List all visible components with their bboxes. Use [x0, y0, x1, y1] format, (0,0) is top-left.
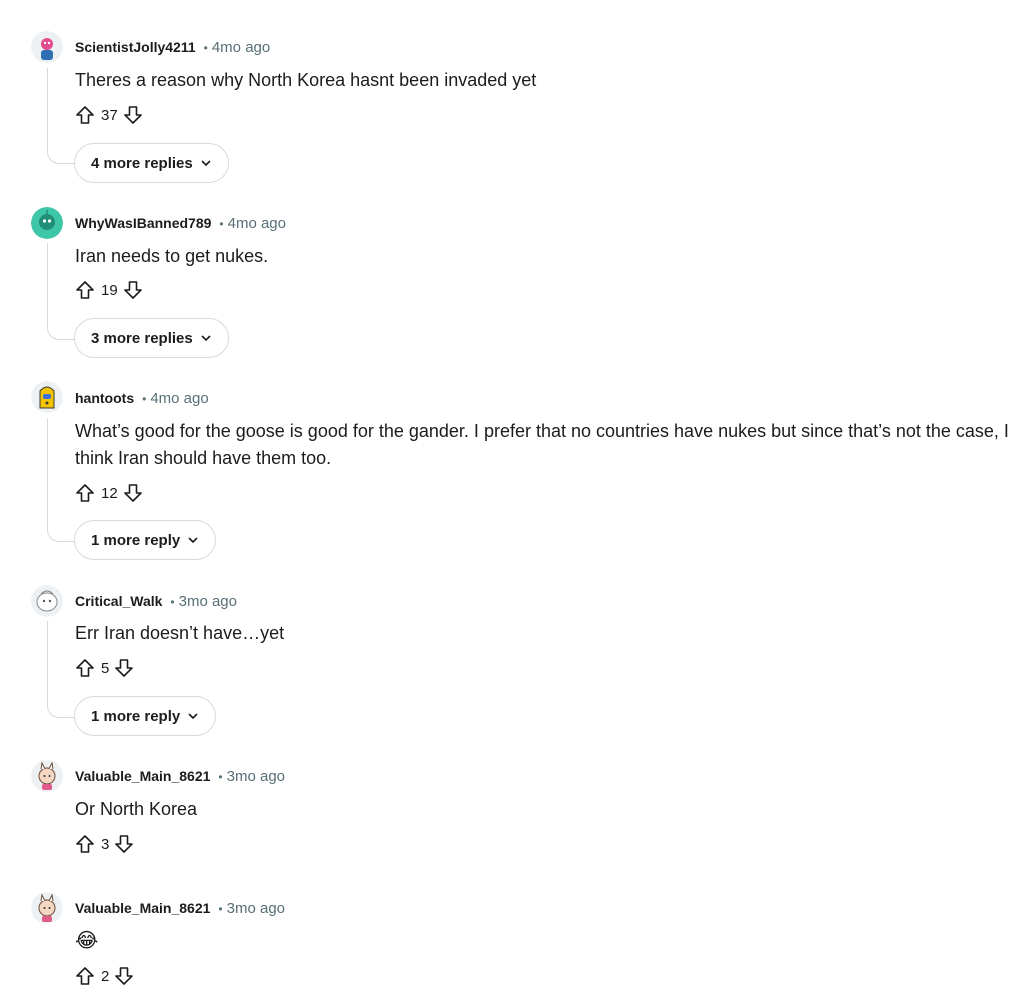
vote-score: 3 — [101, 835, 110, 853]
downvote-arrow-icon — [123, 484, 142, 502]
timestamp[interactable]: 3mo ago — [179, 593, 237, 610]
vote-score: 5 — [101, 659, 110, 677]
avatar[interactable] — [31, 892, 63, 924]
downvote-button[interactable] — [122, 104, 144, 126]
username-link[interactable]: ScientistJolly4211 — [75, 39, 196, 55]
vote-bar: 2 — [74, 964, 135, 988]
comment-meta: ScientistJolly4211 • 4mo ago — [75, 38, 270, 57]
timestamp[interactable]: 4mo ago — [150, 390, 208, 407]
comment-meta: WhyWasIBanned789 • 4mo ago — [75, 214, 286, 233]
upvote-arrow-icon — [76, 967, 94, 985]
downvote-button[interactable] — [113, 965, 135, 987]
vote-bar: 12 — [74, 481, 144, 505]
meta-separator: • — [170, 595, 175, 609]
vote-bar: 3 — [74, 832, 135, 856]
comment-text: What’s good for the goose is good for th… — [75, 421, 1009, 468]
timestamp[interactable]: 3mo ago — [227, 768, 285, 785]
downvote-arrow-icon — [123, 281, 142, 299]
downvote-button[interactable] — [122, 482, 144, 504]
user-avatar-icon — [31, 760, 63, 792]
comment-meta: Valuable_Main_8621 • 3mo ago — [75, 899, 285, 918]
timestamp[interactable]: 4mo ago — [228, 215, 286, 232]
avatar[interactable] — [31, 760, 63, 792]
upvote-button[interactable] — [74, 657, 96, 679]
upvote-button[interactable] — [74, 965, 96, 987]
thread-line — [47, 68, 74, 164]
vote-bar: 5 — [74, 656, 135, 680]
downvote-arrow-icon — [115, 835, 134, 853]
comment-meta: Critical_Walk • 3mo ago — [75, 592, 237, 611]
upvote-button[interactable] — [74, 104, 96, 126]
downvote-button[interactable] — [113, 833, 135, 855]
more-replies-label: 3 more replies — [91, 329, 193, 347]
upvote-arrow-icon — [76, 484, 94, 502]
username-link[interactable]: Valuable_Main_8621 — [75, 768, 210, 784]
username-link[interactable]: hantoots — [75, 390, 134, 406]
avatar[interactable] — [31, 207, 63, 239]
chevron-down-icon — [188, 713, 198, 720]
chevron-down-icon — [201, 335, 211, 342]
vote-bar: 37 — [74, 103, 144, 127]
more-replies-button[interactable]: 1 more reply — [74, 696, 217, 736]
upvote-arrow-icon — [76, 835, 94, 853]
avatar[interactable] — [31, 31, 63, 63]
comment-meta: Valuable_Main_8621 • 3mo ago — [75, 767, 285, 786]
downvote-arrow-icon — [115, 967, 134, 985]
username-link[interactable]: Valuable_Main_8621 — [75, 900, 210, 916]
comment-text: Or North Korea — [75, 799, 198, 819]
user-avatar-icon — [31, 31, 63, 63]
username-link[interactable]: WhyWasIBanned789 — [75, 215, 211, 231]
meta-separator: • — [142, 392, 147, 406]
meta-separator: • — [203, 41, 208, 55]
user-avatar-icon — [31, 585, 63, 617]
avatar[interactable] — [31, 585, 63, 617]
timestamp[interactable]: 4mo ago — [212, 39, 270, 56]
more-replies-label: 4 more replies — [91, 154, 193, 172]
chevron-down-icon — [188, 537, 198, 544]
downvote-button[interactable] — [113, 657, 135, 679]
downvote-arrow-icon — [123, 106, 142, 124]
upvote-button[interactable] — [74, 482, 96, 504]
thread-line — [47, 621, 74, 718]
upvote-arrow-icon — [76, 106, 94, 124]
chevron-down-icon — [201, 160, 211, 167]
username-link[interactable]: Critical_Walk — [75, 593, 162, 609]
downvote-button[interactable] — [122, 279, 144, 301]
comment-text: Theres a reason why North Korea hasnt be… — [75, 70, 537, 90]
comment-text: 😂 — [75, 928, 99, 952]
upvote-arrow-icon — [76, 281, 94, 299]
vote-bar: 19 — [74, 278, 144, 302]
upvote-button[interactable] — [74, 833, 96, 855]
meta-separator: • — [218, 902, 223, 916]
user-avatar-icon — [31, 381, 63, 413]
vote-score: 19 — [101, 281, 118, 299]
user-avatar-icon — [31, 892, 63, 924]
vote-score: 12 — [101, 484, 118, 502]
more-replies-label: 1 more reply — [91, 531, 181, 549]
upvote-arrow-icon — [76, 659, 94, 677]
comment-meta: hantoots • 4mo ago — [75, 389, 209, 408]
thread-line — [47, 243, 74, 340]
more-replies-button[interactable]: 1 more reply — [74, 520, 217, 560]
timestamp[interactable]: 3mo ago — [227, 900, 285, 917]
meta-separator: • — [219, 217, 224, 231]
more-replies-label: 1 more reply — [91, 707, 181, 725]
avatar[interactable] — [31, 381, 63, 413]
upvote-button[interactable] — [74, 279, 96, 301]
meta-separator: • — [218, 770, 223, 784]
comment-text: Iran needs to get nukes. — [75, 246, 269, 266]
user-avatar-icon — [31, 207, 63, 239]
vote-score: 37 — [101, 106, 118, 124]
more-replies-button[interactable]: 4 more replies — [74, 143, 229, 183]
more-replies-button[interactable]: 3 more replies — [74, 318, 229, 358]
vote-score: 2 — [101, 967, 110, 985]
thread-line — [47, 418, 74, 542]
downvote-arrow-icon — [115, 659, 134, 677]
comment-text: Err Iran doesn’t have…yet — [75, 623, 285, 643]
